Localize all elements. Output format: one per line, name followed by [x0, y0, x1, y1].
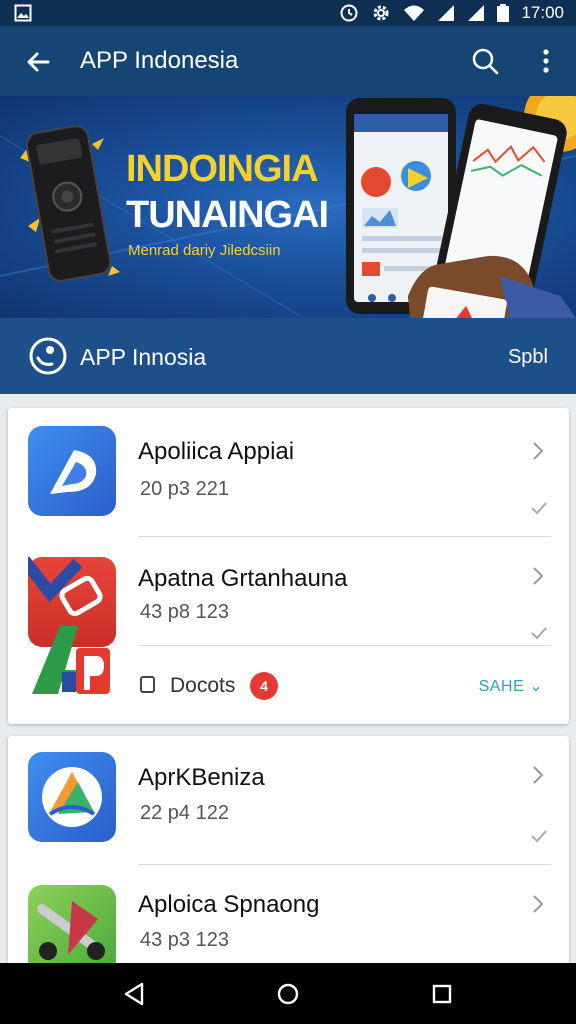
- check-icon: [529, 828, 549, 844]
- banner-headline: INDOINGIA: [126, 148, 319, 190]
- toolbar-title: APP Indonesia: [80, 47, 239, 74]
- documents-row: Docots 4 SAHE ⌄: [8, 664, 569, 708]
- app-meta: 43 p8 123: [140, 601, 229, 623]
- chevron-right-icon: [529, 565, 547, 587]
- image-notification-icon: [14, 4, 32, 22]
- app-list-card: Apoliica Appiai 20 p3 221 Apatna Grtanha…: [8, 408, 569, 724]
- alarm-icon: [339, 3, 359, 23]
- check-icon: [529, 625, 549, 641]
- banner-subheadline: TUNAINGAI: [126, 194, 329, 236]
- app-name: Apatna Grtanhauna: [138, 565, 348, 592]
- share-label: SAHE: [478, 678, 525, 695]
- app-meta: 22 p4 122: [140, 802, 229, 824]
- home-nav-icon[interactable]: [274, 980, 302, 1008]
- status-time: 17:00: [521, 3, 564, 22]
- app-list-card: AprKBeniza 22 p4 122 Aploica Spnaong 43 …: [8, 736, 569, 976]
- app-name: Apoliica Appiai: [138, 438, 295, 465]
- list-item[interactable]: AprKBeniza 22 p4 122: [8, 736, 569, 864]
- signal-icon-2: [467, 4, 485, 22]
- chevron-down-icon: ⌄: [524, 678, 543, 695]
- section-title: APP Innosia: [80, 344, 207, 370]
- app-logo-icon: [28, 336, 68, 376]
- app-name: Aploica Spnaong: [138, 891, 320, 918]
- list-item[interactable]: Apoliica Appiai 20 p3 221: [8, 408, 569, 536]
- promo-banner[interactable]: INDOINGIA TUNAINGAI Menrad dariy Jiledcs…: [0, 96, 576, 318]
- app-icon: [28, 426, 116, 516]
- battery-icon: [497, 4, 510, 22]
- back-arrow-icon[interactable]: [22, 46, 54, 78]
- app-meta: 20 p3 221: [140, 478, 229, 500]
- banner-tagline: Menrad dariy Jiledcsiin: [128, 242, 281, 259]
- app-icon: [28, 885, 116, 975]
- more-vert-icon[interactable]: [534, 46, 558, 76]
- navigation-bar: [0, 963, 576, 1024]
- documents-label: Docots: [170, 674, 236, 697]
- app-toolbar: APP Indonesia: [0, 26, 576, 96]
- app-icon: [28, 752, 116, 842]
- app-name: AprKBeniza: [138, 764, 265, 791]
- share-dropdown[interactable]: SAHE ⌄: [479, 676, 543, 696]
- wifi-icon: [403, 4, 425, 22]
- chevron-right-icon: [529, 893, 547, 915]
- list-item[interactable]: Aploica Spnaong 43 p3 123: [8, 865, 569, 976]
- section-action-link[interactable]: Spbl: [508, 346, 548, 369]
- app-meta: 43 p3 123: [140, 929, 229, 951]
- settings-gear-icon: [371, 3, 391, 23]
- check-icon: [529, 500, 549, 516]
- status-bar: 17:00: [0, 0, 576, 26]
- search-icon[interactable]: [470, 46, 500, 76]
- chevron-right-icon: [529, 440, 547, 462]
- chevron-right-icon: [529, 764, 547, 786]
- divider: [138, 645, 551, 646]
- signal-icon: [437, 4, 455, 22]
- recents-nav-icon[interactable]: [428, 980, 456, 1008]
- document-checkbox[interactable]: [140, 676, 155, 693]
- back-nav-icon[interactable]: [120, 980, 148, 1008]
- section-header: APP Innosia Spbl: [0, 318, 576, 394]
- notification-badge: 4: [250, 672, 278, 700]
